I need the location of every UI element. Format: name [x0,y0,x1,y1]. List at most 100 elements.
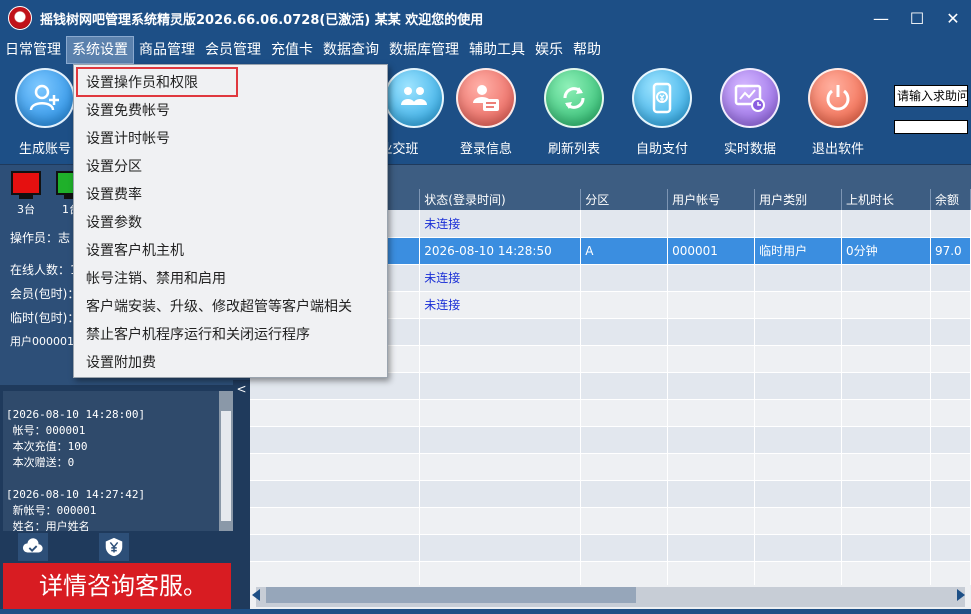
cell-account [667,210,756,238]
contact-support-banner[interactable]: 详情咨询客服。 [3,563,231,609]
cell-account [667,372,756,400]
menu-help[interactable]: 帮助 [568,36,606,64]
cell-balance [930,264,971,292]
pc-offline-indicator[interactable]: 3台 [11,171,41,217]
cell-account [667,318,756,346]
current-user-line: 用户000001, [10,335,78,348]
scroll-right-icon[interactable] [957,589,965,601]
table-row[interactable] [250,399,971,427]
cell-duration [841,507,931,535]
collapse-panel-button[interactable]: < [233,380,250,610]
cell-zone [580,345,669,373]
menu-database[interactable]: 数据库管理 [384,36,464,64]
yuan-shield-icon[interactable] [99,533,129,561]
help-search-secondary-input[interactable] [894,120,968,134]
cell-balance [930,318,971,346]
cell-zone: A [580,237,669,265]
cell-account [667,534,756,562]
col-header-user-type[interactable]: 用户类别 [754,189,843,210]
cell-balance [930,291,971,319]
maximize-button[interactable]: ☐ [899,0,935,36]
self-pay-label: 自助支付 [635,142,688,157]
menu-tools[interactable]: 辅助工具 [464,36,530,64]
cell-zone [580,291,669,319]
cell-user-type [754,426,843,454]
menu-item-parameters[interactable]: 设置参数 [86,209,142,237]
cell-duration [841,210,931,238]
refresh-list-button[interactable]: 刷新列表 [533,68,615,157]
cell-duration [841,453,931,481]
menu-item-rates[interactable]: 设置费率 [86,181,142,209]
cell-zone [580,318,669,346]
table-row[interactable] [250,426,971,454]
menu-system-settings[interactable]: 系统设置 [66,36,134,64]
login-info-label: 登录信息 [459,142,512,157]
cell-account: 000001 [667,237,756,265]
table-row[interactable] [250,453,971,481]
table-row[interactable] [250,507,971,535]
table-row[interactable] [250,534,971,562]
cell-status: 未连接 [419,291,582,319]
exit-button[interactable]: 退出软件 [797,68,879,157]
add-user-icon [15,68,75,128]
menu-item-zones[interactable]: 设置分区 [86,153,142,181]
scroll-left-icon[interactable] [252,589,260,601]
menu-item-client-install[interactable]: 客户端安装、升级、修改超管等客户端相关 [86,293,352,321]
menu-products[interactable]: 商品管理 [134,36,200,64]
window-title: 摇钱树网吧管理系统精灵版2026.66.06.0728(已激活) 某某 欢迎您的… [40,12,484,28]
window-bottom-edge [0,609,971,614]
cell-duration [841,561,931,585]
log-scrollbar[interactable] [219,391,233,531]
login-info-button[interactable]: 登录信息 [445,68,527,157]
cell-zone [580,264,669,292]
menu-entertainment[interactable]: 娱乐 [530,36,568,64]
menu-item-block-programs[interactable]: 禁止客户机程序运行和关闭运行程序 [86,321,310,349]
cell-status [419,480,582,508]
grid-horizontal-scrollbar[interactable] [250,585,971,609]
scrollbar-thumb[interactable] [266,587,636,603]
monitor-chart-icon [720,68,780,128]
member-hourly: 会员(包时)： [10,287,80,301]
help-search-input[interactable]: 请输入求助问 [894,85,968,107]
menu-item-timed-accounts[interactable]: 设置计时帐号 [86,125,170,153]
menu-data-query[interactable]: 数据查询 [318,36,384,64]
menu-item-surcharge[interactable]: 设置附加费 [86,349,156,377]
cell-balance [930,561,971,585]
menu-recharge-card[interactable]: 充值卡 [266,36,318,64]
cell-account [667,453,756,481]
cloud-check-icon[interactable] [18,533,48,561]
bottom-icon-bar [0,531,233,563]
minimize-button[interactable]: — [863,0,899,36]
operator-value: 志 [58,231,71,245]
cell-user-type [754,318,843,346]
menu-item-client-hosts[interactable]: 设置客户机主机 [86,237,184,265]
cell-account [667,399,756,427]
menu-daily[interactable]: 日常管理 [0,36,66,64]
refresh-icon [544,68,604,128]
cell-user-type: 临时用户 [754,237,843,265]
col-header-duration[interactable]: 上机时长 [841,189,931,210]
col-header-balance[interactable]: 余额 [930,189,971,210]
col-header-zone[interactable]: 分区 [580,189,669,210]
cell-balance [930,480,971,508]
cell-machine [250,480,421,508]
realtime-data-button[interactable]: 实时数据 [709,68,791,157]
table-row[interactable] [250,561,971,585]
refresh-list-label: 刷新列表 [547,142,600,157]
close-button[interactable]: ✕ [935,0,971,36]
cell-machine [250,453,421,481]
menu-item-operator-permissions[interactable]: 设置操作员和权限 [86,69,198,97]
menu-item-account-disable[interactable]: 帐号注销、禁用和启用 [86,265,226,293]
cell-zone [580,453,669,481]
log-scrollbar-thumb[interactable] [221,411,231,521]
cell-zone [580,426,669,454]
menu-item-free-accounts[interactable]: 设置免费帐号 [86,97,170,125]
col-header-status[interactable]: 状态(登录时间) [419,189,582,210]
cell-user-type [754,291,843,319]
table-row[interactable] [250,480,971,508]
self-pay-button[interactable]: 自助支付 [621,68,703,157]
cell-account [667,507,756,535]
col-header-account[interactable]: 用户帐号 [667,189,756,210]
cell-status [419,372,582,400]
menu-members[interactable]: 会员管理 [200,36,266,64]
